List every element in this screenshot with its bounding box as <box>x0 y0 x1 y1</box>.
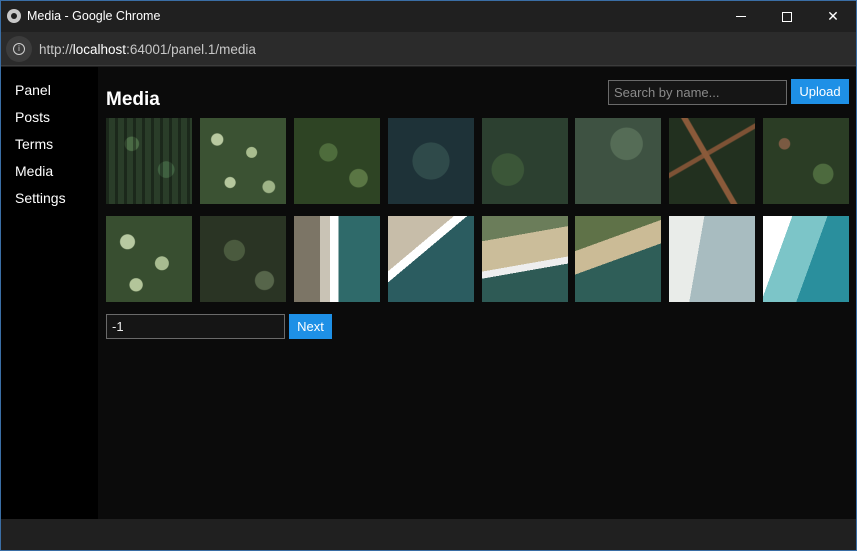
sidebar: Panel Posts Terms Media Settings <box>1 67 98 519</box>
media-thumbnail[interactable] <box>294 118 380 204</box>
search-input[interactable] <box>608 80 787 105</box>
media-thumbnail[interactable] <box>669 216 755 302</box>
media-thumbnail[interactable] <box>388 216 474 302</box>
page-viewport: Panel Posts Terms Media Settings Media U… <box>1 67 856 519</box>
media-thumbnail[interactable] <box>200 216 286 302</box>
info-icon: i <box>13 43 25 55</box>
page-number-input[interactable] <box>106 314 285 339</box>
close-icon: ✕ <box>827 8 839 24</box>
media-thumbnail[interactable] <box>106 118 192 204</box>
address-bar[interactable]: i http://localhost:64001/panel.1/media <box>1 32 856 66</box>
url-host: localhost <box>72 42 127 57</box>
sidebar-item-settings[interactable]: Settings <box>15 190 66 206</box>
media-thumbnail[interactable] <box>482 118 568 204</box>
close-button[interactable]: ✕ <box>810 1 856 32</box>
sidebar-item-posts[interactable]: Posts <box>15 109 50 125</box>
media-thumbnail[interactable] <box>388 118 474 204</box>
page-title: Media <box>106 89 160 110</box>
media-thumbnail[interactable] <box>482 216 568 302</box>
url-prefix: http:// <box>39 42 73 57</box>
media-thumbnail[interactable] <box>763 216 849 302</box>
url-path: :64001/panel.1/media <box>126 42 256 57</box>
media-thumbnail[interactable] <box>294 216 380 302</box>
main-content: Media Upload <box>98 67 856 519</box>
media-thumbnail[interactable] <box>763 118 849 204</box>
sidebar-item-terms[interactable]: Terms <box>15 136 53 152</box>
title-bar: Media - Google Chrome ✕ <box>1 1 856 32</box>
site-info-button[interactable]: i <box>6 36 32 62</box>
media-thumbnail[interactable] <box>669 118 755 204</box>
next-button[interactable]: Next <box>289 314 332 339</box>
media-thumbnail[interactable] <box>575 216 661 302</box>
media-thumbnail[interactable] <box>106 216 192 302</box>
minimize-button[interactable] <box>718 1 764 32</box>
minimize-icon <box>736 16 746 17</box>
sidebar-item-media[interactable]: Media <box>15 163 53 179</box>
media-thumbnail[interactable] <box>575 118 661 204</box>
window-bottom-frame <box>1 519 856 550</box>
upload-button[interactable]: Upload <box>791 79 849 104</box>
sidebar-item-panel[interactable]: Panel <box>15 82 51 98</box>
maximize-button[interactable] <box>764 1 810 32</box>
window-title: Media - Google Chrome <box>27 9 161 23</box>
url-text[interactable]: http://localhost:64001/panel.1/media <box>39 42 256 57</box>
browser-window: Media - Google Chrome ✕ i http://localho… <box>0 0 857 551</box>
chrome-logo-icon <box>7 9 21 23</box>
media-thumbnail[interactable] <box>200 118 286 204</box>
maximize-icon <box>782 11 792 22</box>
